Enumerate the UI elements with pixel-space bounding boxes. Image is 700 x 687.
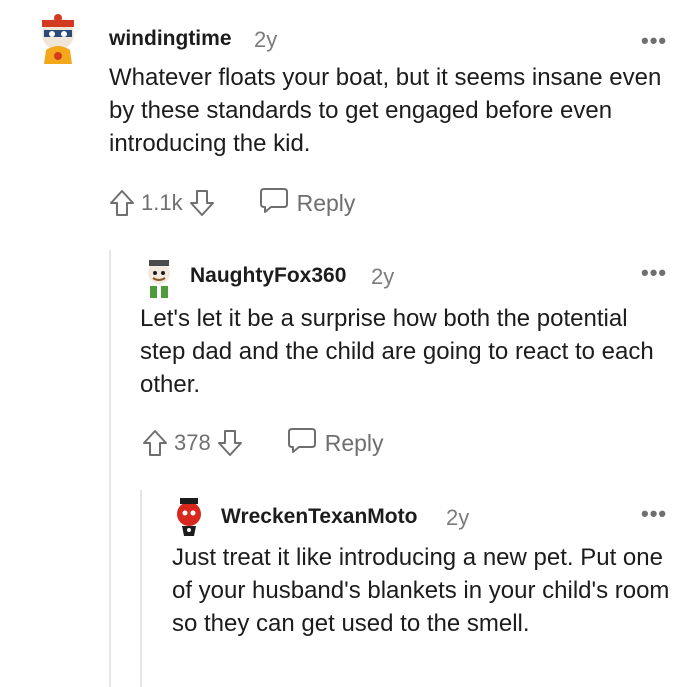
more-options-icon[interactable]: •••	[641, 30, 667, 52]
comment-body: Let's let it be a surprise how both the …	[140, 305, 654, 398]
reply-button[interactable]: Reply	[287, 426, 384, 460]
avatar[interactable]	[172, 496, 206, 536]
reply-label: Reply	[296, 189, 356, 216]
avatar[interactable]	[144, 258, 174, 298]
vote-score: 1.1k	[141, 190, 183, 215]
thread-line-level-1[interactable]	[109, 250, 111, 687]
speech-bubble-icon	[287, 426, 317, 460]
comment-age: 2y	[446, 505, 470, 530]
username[interactable]: windingtime	[109, 27, 232, 51]
reply-button[interactable]: Reply	[259, 186, 356, 220]
upvote-arrow-icon[interactable]	[140, 428, 170, 458]
reply-label: Reply	[324, 429, 384, 456]
comment-body: Just treat it like introducing a new pet…	[172, 544, 670, 637]
username[interactable]: NaughtyFox360	[190, 264, 346, 288]
downvote-arrow-icon[interactable]	[215, 428, 245, 458]
more-options-icon[interactable]: •••	[641, 262, 667, 284]
comment-body: Whatever floats your boat, but it seems …	[109, 64, 662, 157]
vote-score: 378	[174, 430, 211, 455]
comment-actions: 378 Reply	[140, 426, 384, 460]
more-options-icon[interactable]: •••	[641, 503, 667, 525]
avatar[interactable]	[36, 12, 80, 66]
username[interactable]: WreckenTexanMoto	[221, 505, 417, 529]
upvote-arrow-icon[interactable]	[107, 188, 137, 218]
thread-line-level-2[interactable]	[140, 490, 142, 687]
comment-age: 2y	[254, 27, 278, 52]
downvote-arrow-icon[interactable]	[187, 188, 217, 218]
speech-bubble-icon	[259, 186, 289, 220]
comment-actions: 1.1k Reply	[107, 186, 355, 220]
comment-age: 2y	[371, 264, 395, 289]
